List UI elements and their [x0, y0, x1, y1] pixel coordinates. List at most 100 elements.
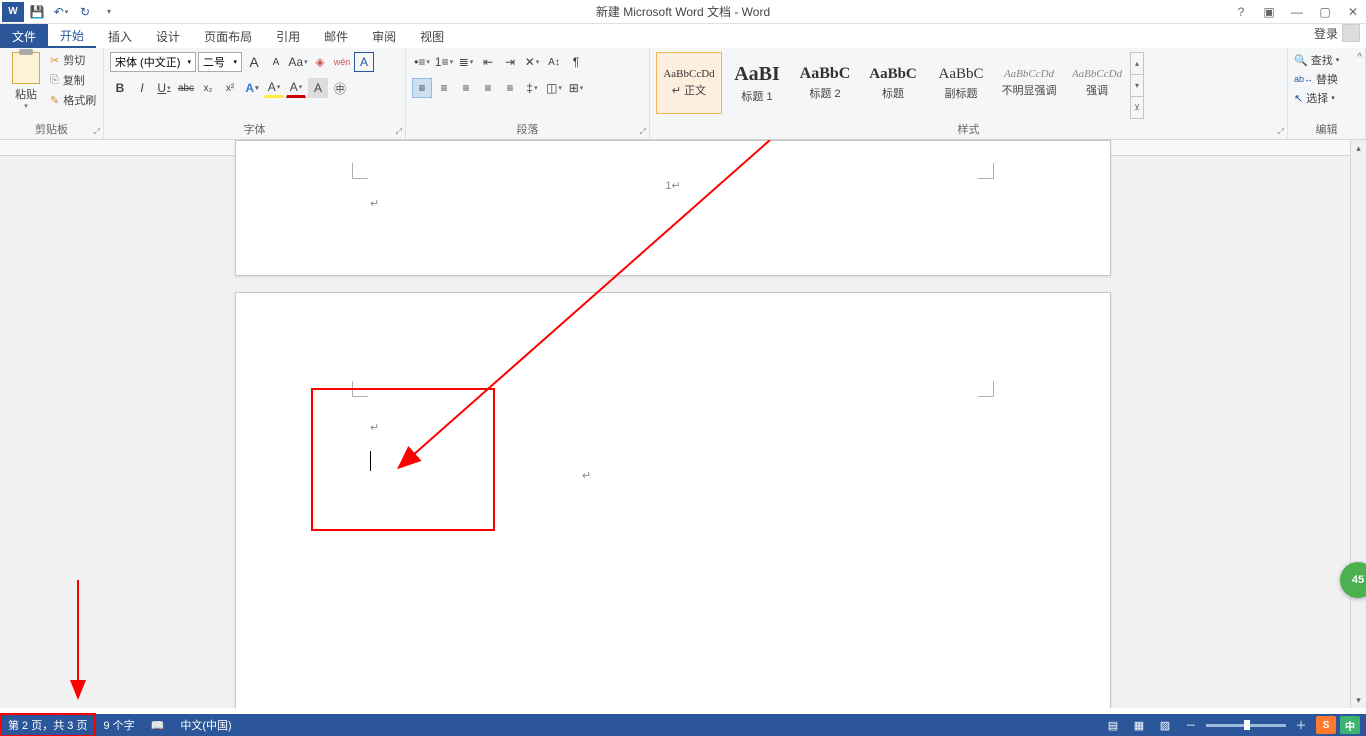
tab-view[interactable]: 视图: [408, 24, 456, 48]
clipboard-launcher[interactable]: ⤢: [94, 127, 100, 137]
bold-button[interactable]: B: [110, 78, 130, 98]
zoom-out-button[interactable]: －: [1180, 716, 1202, 734]
save-button[interactable]: 💾: [26, 2, 48, 22]
phonetic-guide-button[interactable]: wén: [332, 52, 352, 72]
replace-button[interactable]: ab↔替换: [1294, 71, 1339, 87]
status-word-count[interactable]: 9 个字: [95, 714, 142, 736]
zoom-thumb[interactable]: [1244, 720, 1250, 730]
zoom-in-button[interactable]: ＋: [1290, 716, 1312, 734]
font-launcher[interactable]: ⤢: [396, 127, 402, 137]
style-item-1[interactable]: AaBI标题 1: [724, 52, 790, 114]
font-size-combo[interactable]: 二号▾: [198, 52, 242, 72]
superscript-button[interactable]: x²: [220, 78, 240, 98]
styles-gallery[interactable]: AaBbCcDd↵ 正文AaBI标题 1AaBbC标题 2AaBbC标题AaBb…: [656, 52, 1130, 114]
minimize-button[interactable]: —: [1284, 2, 1310, 22]
login-area[interactable]: 登录: [1314, 24, 1360, 42]
char-border-button[interactable]: A: [354, 52, 374, 72]
show-marks-button[interactable]: ¶: [566, 52, 586, 72]
multilevel-list-button[interactable]: ≣: [456, 52, 476, 72]
ime-sogou-icon[interactable]: S: [1316, 716, 1336, 734]
find-icon: 🔍: [1294, 54, 1308, 67]
paragraph-launcher[interactable]: ⤢: [640, 127, 646, 137]
clear-formatting-button[interactable]: ◈: [310, 52, 330, 72]
strikethrough-button[interactable]: abc: [176, 78, 196, 98]
tab-file[interactable]: 文件: [0, 24, 48, 48]
shrink-font-button[interactable]: A: [266, 52, 286, 72]
distribute-button[interactable]: ≡: [500, 78, 520, 98]
gallery-up-button[interactable]: ▴: [1131, 53, 1143, 75]
window-title: 新建 Microsoft Word 文档 - Word: [596, 3, 770, 20]
align-right-button[interactable]: ≡: [456, 78, 476, 98]
increase-indent-button[interactable]: ⇥: [500, 52, 520, 72]
page-1[interactable]: 1↵ ↵: [235, 140, 1111, 276]
gallery-down-button[interactable]: ▾: [1131, 75, 1143, 97]
text-effects-button[interactable]: A: [242, 78, 262, 98]
format-painter-button[interactable]: ✎格式刷: [50, 92, 96, 108]
tab-home[interactable]: 开始: [48, 24, 96, 48]
ribbon-options-button[interactable]: ▣: [1256, 2, 1282, 22]
style-item-0[interactable]: AaBbCcDd↵ 正文: [656, 52, 722, 114]
bullets-button[interactable]: •≡: [412, 52, 432, 72]
qat-customize[interactable]: ▾: [98, 2, 120, 22]
undo-button[interactable]: ↶: [50, 2, 72, 22]
asian-layout-button[interactable]: ✕: [522, 52, 542, 72]
numbering-button[interactable]: 1≡: [434, 52, 454, 72]
copy-button[interactable]: ⎘复制: [50, 72, 96, 88]
help-button[interactable]: ?: [1228, 2, 1254, 22]
enclose-char-button[interactable]: ㊥: [330, 78, 350, 98]
subscript-button[interactable]: x₂: [198, 78, 218, 98]
align-center-button[interactable]: ≡: [434, 78, 454, 98]
scroll-down-button[interactable]: ▾: [1351, 692, 1366, 708]
tab-references[interactable]: 引用: [264, 24, 312, 48]
find-button[interactable]: 🔍查找▾: [1294, 52, 1339, 68]
vertical-scrollbar[interactable]: ▴ ▾: [1350, 140, 1366, 708]
underline-button[interactable]: U: [154, 78, 174, 98]
status-language[interactable]: 中文(中国): [172, 714, 239, 736]
scroll-up-button[interactable]: ▴: [1351, 140, 1366, 156]
ime-chinese-icon[interactable]: 中: [1340, 716, 1360, 734]
redo-button[interactable]: ↻: [74, 2, 96, 22]
style-item-4[interactable]: AaBbC副标题: [928, 52, 994, 114]
paste-label: 粘贴: [15, 86, 37, 102]
tab-design[interactable]: 设计: [144, 24, 192, 48]
style-item-5[interactable]: AaBbCcDd不明显强调: [996, 52, 1062, 114]
borders-button[interactable]: ⊞: [566, 78, 586, 98]
zoom-slider[interactable]: [1206, 724, 1286, 727]
styles-launcher[interactable]: ⤢: [1278, 127, 1284, 137]
align-left-button[interactable]: ≡: [412, 78, 432, 98]
web-layout-button[interactable]: ▨: [1154, 716, 1176, 734]
close-button[interactable]: ✕: [1340, 2, 1366, 22]
cut-button[interactable]: ✂剪切: [50, 52, 96, 68]
select-button[interactable]: ↖选择▾: [1294, 90, 1339, 106]
grow-font-button[interactable]: A: [244, 52, 264, 72]
tab-review[interactable]: 审阅: [360, 24, 408, 48]
font-name-combo[interactable]: 宋体 (中文正)▾: [110, 52, 196, 72]
change-case-button[interactable]: Aa: [288, 52, 308, 72]
read-mode-button[interactable]: ▤: [1102, 716, 1124, 734]
styles-label: 样式: [656, 119, 1281, 137]
shading-button[interactable]: ◫: [544, 78, 564, 98]
justify-button[interactable]: ≡: [478, 78, 498, 98]
margin-corner-icon: [978, 381, 994, 397]
avatar-icon: [1342, 24, 1360, 42]
style-item-2[interactable]: AaBbC标题 2: [792, 52, 858, 114]
style-item-3[interactable]: AaBbC标题: [860, 52, 926, 114]
print-layout-button[interactable]: ▦: [1128, 716, 1150, 734]
sort-button[interactable]: A↕: [544, 52, 564, 72]
status-page[interactable]: 第 2 页，共 3 页: [0, 714, 95, 736]
maximize-button[interactable]: ▢: [1312, 2, 1338, 22]
highlight-button[interactable]: A: [264, 78, 284, 98]
style-item-6[interactable]: AaBbCcDd强调: [1064, 52, 1130, 114]
collapse-ribbon-button[interactable]: ^: [1357, 52, 1362, 63]
tab-layout[interactable]: 页面布局: [192, 24, 264, 48]
gallery-more-button[interactable]: ⊻: [1131, 97, 1143, 118]
tab-mailings[interactable]: 邮件: [312, 24, 360, 48]
paste-button[interactable]: 粘贴 ▾: [6, 52, 46, 110]
decrease-indent-button[interactable]: ⇤: [478, 52, 498, 72]
font-color-button[interactable]: A: [286, 78, 306, 98]
status-proofing[interactable]: 📖: [143, 714, 173, 736]
tab-insert[interactable]: 插入: [96, 24, 144, 48]
line-spacing-button[interactable]: ‡: [522, 78, 542, 98]
char-shading-button[interactable]: A: [308, 78, 328, 98]
italic-button[interactable]: I: [132, 78, 152, 98]
